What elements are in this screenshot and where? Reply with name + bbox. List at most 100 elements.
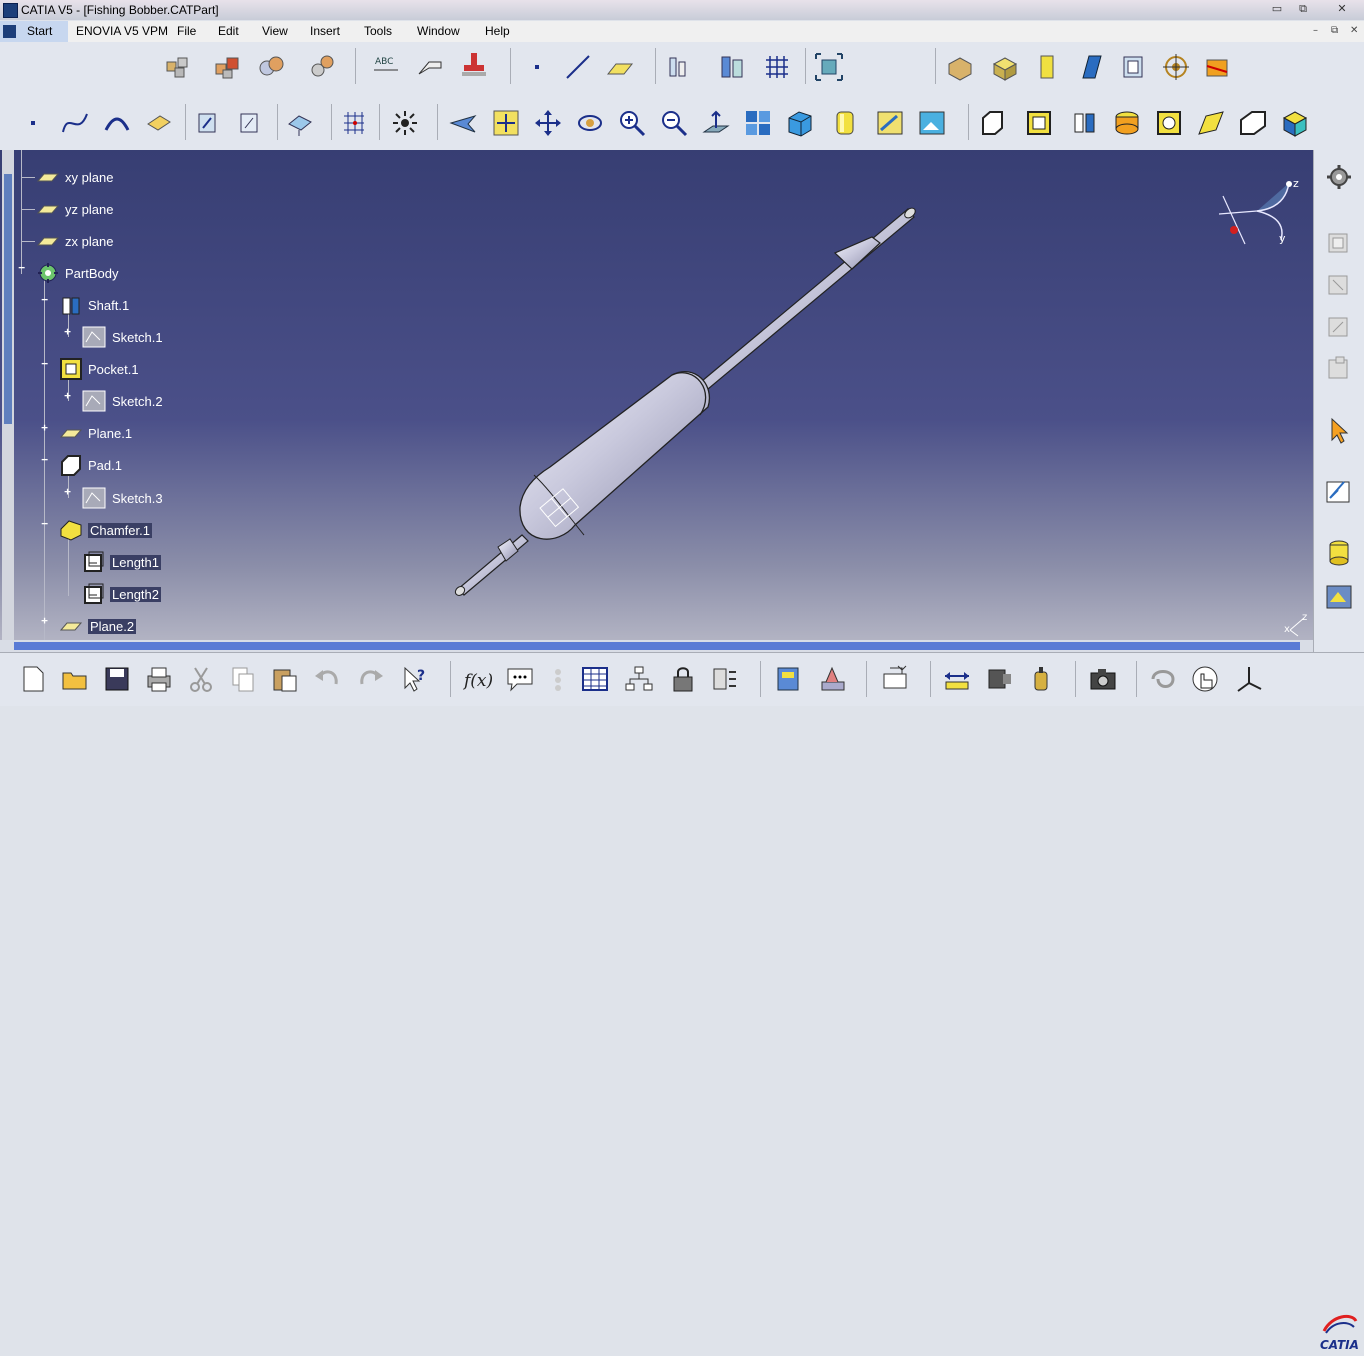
viewport-horizontal-scrollbar[interactable] [0, 640, 1313, 652]
axis-icon[interactable] [1234, 664, 1264, 694]
pad-tool-icon[interactable] [1032, 52, 1062, 82]
constraint-4-icon[interactable] [1324, 354, 1354, 384]
redo-icon[interactable] [356, 664, 386, 694]
menu-insert[interactable]: Insert [310, 24, 340, 38]
cylinder-icon[interactable] [1324, 538, 1354, 568]
menu-help[interactable]: Help [485, 24, 510, 38]
knowledge-icon[interactable] [546, 664, 576, 694]
3d-viewport[interactable]: xy plane yz plane zx plane − PartBody − … [0, 150, 1313, 640]
explode-icon[interactable] [390, 108, 420, 138]
horizontal-scroll-thumb[interactable] [14, 642, 1300, 650]
surface-icon[interactable] [144, 108, 174, 138]
collapse-toggle[interactable]: − [39, 454, 50, 466]
collapse-toggle[interactable]: − [16, 262, 27, 274]
point-icon[interactable] [522, 52, 552, 82]
sweep-icon[interactable] [1077, 52, 1107, 82]
fishing-bobber-model[interactable] [440, 195, 940, 605]
iso-view-icon[interactable] [785, 108, 815, 138]
compass-widget[interactable]: z y [1215, 178, 1305, 248]
expand-toggle[interactable]: + [62, 326, 73, 338]
groove-feature-icon[interactable] [1112, 108, 1142, 138]
axis-system-icon[interactable] [193, 108, 223, 138]
assembly-icon[interactable] [163, 52, 193, 82]
catalog-icon[interactable] [774, 664, 804, 694]
parameters-icon[interactable] [710, 664, 740, 694]
pan-icon[interactable] [533, 108, 563, 138]
collapse-toggle[interactable]: − [39, 358, 50, 370]
constraint-2-icon[interactable] [1324, 270, 1354, 300]
menu-window[interactable]: Window [417, 24, 460, 38]
zoom-out-icon[interactable] [659, 108, 689, 138]
close-button[interactable]: ✕ [1322, 1, 1362, 17]
shaft-feature-icon[interactable] [1070, 108, 1100, 138]
swap-visible-space-icon[interactable] [880, 664, 910, 694]
fit-all-in-icon[interactable] [491, 108, 521, 138]
sketch-tool-icon[interactable] [235, 108, 265, 138]
grid-icon[interactable] [762, 52, 792, 82]
transform-icon[interactable] [285, 108, 315, 138]
box-icon[interactable] [990, 52, 1020, 82]
pocket-feature-icon[interactable] [1024, 108, 1054, 138]
doc-minimize-button[interactable]: – [1313, 25, 1318, 36]
render-icon[interactable] [917, 108, 947, 138]
measure-inertia-icon[interactable] [1027, 664, 1057, 694]
measure-between-icon[interactable] [942, 664, 972, 694]
annotation-icon[interactable] [415, 52, 445, 82]
split-icon[interactable] [1203, 52, 1233, 82]
fit-all-icon[interactable] [814, 52, 844, 82]
hole-feature-icon[interactable] [1154, 108, 1184, 138]
copy-icon[interactable] [228, 664, 258, 694]
zoom-in-icon[interactable] [617, 108, 647, 138]
minimize-button[interactable]: ▭ [1264, 1, 1290, 17]
pad-feature-icon[interactable] [978, 108, 1008, 138]
sections-icon[interactable] [718, 52, 748, 82]
menu-tools[interactable]: Tools [364, 24, 392, 38]
doc-close-button[interactable]: ✕ [1350, 25, 1358, 36]
line-icon[interactable] [563, 52, 593, 82]
render-shading-icon[interactable] [1324, 582, 1354, 612]
maximize-button[interactable]: ⧉ [1290, 1, 1316, 17]
tree-vertical-scrollbar[interactable] [2, 150, 14, 640]
menu-edit[interactable]: Edit [218, 24, 239, 38]
formula-fx-icon[interactable]: f(x) [462, 664, 493, 694]
hand-cursor-icon[interactable] [1190, 664, 1220, 694]
doc-restore-button[interactable]: ⧉ [1331, 25, 1338, 36]
open-folder-icon[interactable] [60, 664, 90, 694]
component-icon[interactable] [257, 52, 287, 82]
normal-view-icon[interactable] [701, 108, 731, 138]
collapse-toggle[interactable]: − [39, 518, 50, 530]
gear-settings-icon[interactable] [1324, 162, 1354, 192]
text-abc-icon[interactable]: ABC [371, 50, 401, 80]
expand-toggle[interactable]: + [62, 486, 73, 498]
point-sketch-icon[interactable] [18, 108, 48, 138]
material-icon[interactable] [875, 108, 905, 138]
print-icon[interactable] [144, 664, 174, 694]
lock-icon[interactable] [668, 664, 698, 694]
plane-tool-icon[interactable] [605, 52, 635, 82]
paste-icon[interactable] [270, 664, 300, 694]
rotate-icon[interactable] [575, 108, 605, 138]
hide-show-icon[interactable] [1148, 664, 1178, 694]
constraint-3-icon[interactable] [1324, 312, 1354, 342]
sketcher-icon[interactable] [1324, 476, 1354, 506]
cut-icon[interactable] [186, 664, 216, 694]
menu-start[interactable]: Start [0, 21, 68, 42]
thickness-icon[interactable] [1119, 52, 1149, 82]
collapse-toggle[interactable]: − [39, 294, 50, 306]
capture-camera-icon[interactable] [1088, 664, 1118, 694]
undo-icon[interactable] [312, 664, 342, 694]
expand-toggle[interactable]: + [39, 422, 50, 434]
shading-icon[interactable] [830, 108, 860, 138]
tree-scroll-thumb[interactable] [4, 174, 12, 424]
table-icon[interactable] [580, 664, 610, 694]
expand-toggle[interactable]: + [39, 615, 50, 627]
multi-section-icon[interactable] [1280, 108, 1310, 138]
save-icon[interactable] [102, 664, 132, 694]
whats-this-icon[interactable]: ? [400, 664, 430, 694]
target-icon[interactable] [1161, 52, 1191, 82]
slot-feature-icon[interactable] [1238, 108, 1268, 138]
part-icon[interactable] [307, 52, 337, 82]
analysis-icon[interactable] [665, 52, 695, 82]
solid-icon[interactable] [945, 52, 975, 82]
expand-toggle[interactable]: + [62, 390, 73, 402]
